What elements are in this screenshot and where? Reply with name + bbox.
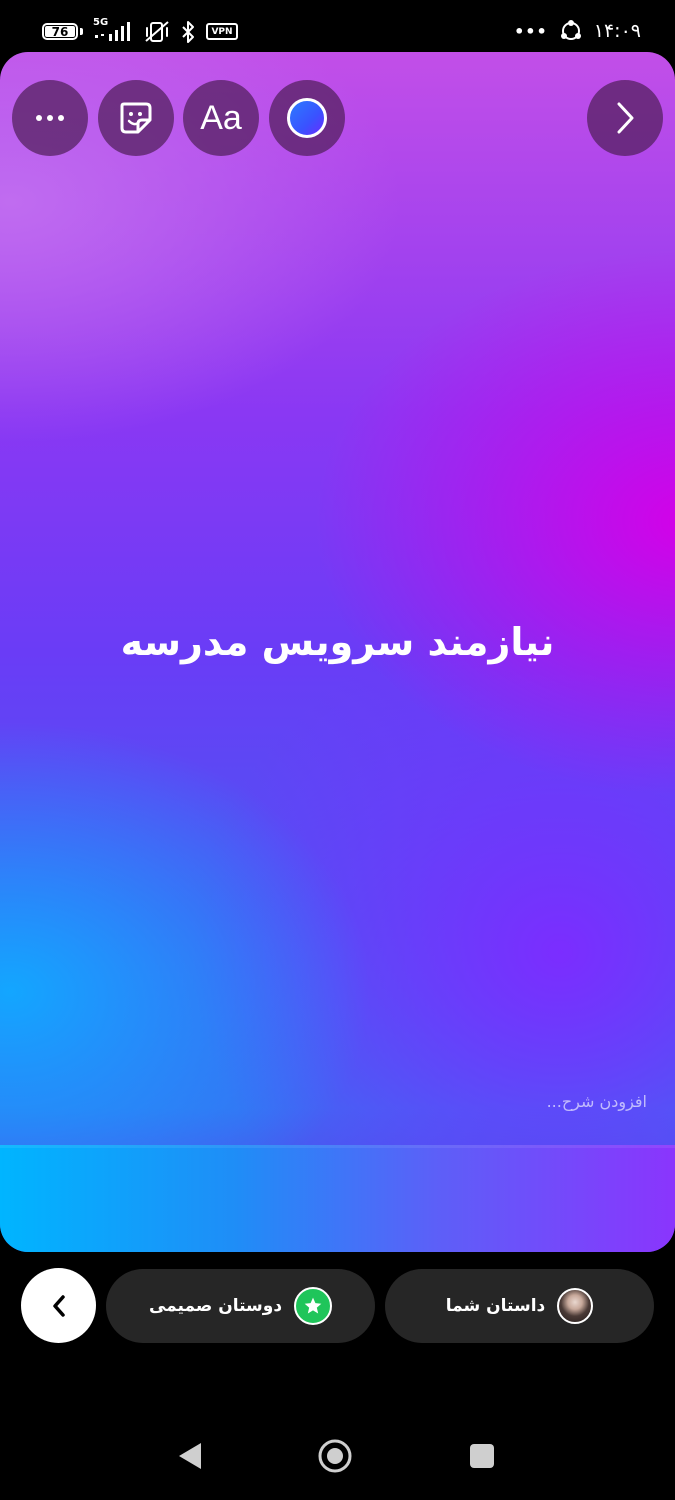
close-friends-badge [294, 1287, 333, 1325]
chevron-right-icon [617, 102, 634, 134]
star-icon [304, 1297, 322, 1314]
text-tool-label: Aa [200, 98, 242, 137]
status-right: ••• ۱۴:۰۹ [514, 19, 641, 43]
more-button[interactable] [12, 80, 88, 156]
navigation-bar [0, 1418, 675, 1500]
text-tool-button[interactable]: Aa [183, 80, 259, 156]
vpn-badge: VPN [206, 23, 238, 40]
caption-input[interactable]: افزودن شرح... [547, 1092, 647, 1111]
circle-home-icon[interactable] [317, 1438, 353, 1474]
share-row: دوستان صمیمی داستان شما [0, 1268, 675, 1344]
battery-tip [80, 28, 83, 35]
sync-icon [560, 20, 581, 40]
next-button[interactable] [587, 80, 663, 156]
signal-icon: 5G [93, 18, 135, 44]
story-text[interactable]: نیازمند سرویس مدرسه [0, 620, 675, 664]
more-horizontal-icon [36, 115, 64, 121]
chevron-left-icon [52, 1294, 65, 1317]
avatar [557, 1288, 594, 1324]
color-picker-button[interactable] [269, 80, 345, 156]
color-picker-icon [287, 98, 327, 138]
back-button[interactable] [21, 1268, 96, 1343]
vibrate-mute-icon [145, 21, 169, 42]
clock: ۱۴:۰۹ [593, 20, 641, 42]
notification-dots: ••• [514, 21, 548, 41]
your-story-button[interactable]: داستان شما [385, 1269, 654, 1343]
your-story-label: داستان شما [445, 1296, 546, 1316]
bluetooth-icon [182, 21, 194, 43]
square-recents-icon[interactable] [468, 1442, 496, 1470]
battery-indicator: 76 [42, 23, 78, 40]
sticker-icon [120, 102, 152, 134]
close-friends-label: دوستان صمیمی [148, 1296, 283, 1316]
battery-level: 76 [51, 24, 69, 39]
story-canvas[interactable]: Aa نیازمند سرویس مدرسه افزودن شرح... [0, 52, 675, 1252]
story-bottom-strip [0, 1145, 675, 1252]
sticker-button[interactable] [98, 80, 174, 156]
close-friends-button[interactable]: دوستان صمیمی [106, 1269, 375, 1343]
triangle-back-icon[interactable] [175, 1440, 205, 1472]
